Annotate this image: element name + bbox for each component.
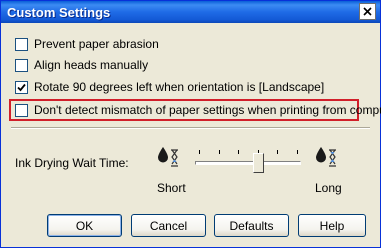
close-icon xyxy=(363,7,372,16)
separator xyxy=(11,127,370,129)
ink-drying-wait-time-label: Ink Drying Wait Time: xyxy=(15,156,129,170)
option-prevent-paper-abrasion[interactable]: Prevent paper abrasion xyxy=(15,36,159,52)
ok-button[interactable]: OK xyxy=(47,214,122,237)
slider-tick xyxy=(297,150,298,154)
checkbox-align-heads-manually[interactable] xyxy=(15,58,28,72)
slider-tick xyxy=(219,150,220,154)
option-label: Align heads manually xyxy=(34,58,149,72)
option-label: Prevent paper abrasion xyxy=(34,37,159,51)
checkbox-dont-detect-mismatch[interactable] xyxy=(15,103,28,117)
defaults-button[interactable]: Defaults xyxy=(214,214,289,237)
ink-drying-slider-thumb[interactable] xyxy=(253,153,264,173)
option-rotate-90-degrees[interactable]: Rotate 90 degrees left when orientation … xyxy=(15,79,324,95)
ink-drop-hourglass-long-icon xyxy=(316,147,336,167)
ink-drying-slider-track[interactable] xyxy=(195,161,301,165)
title-bar: Custom Settings xyxy=(1,1,380,23)
checkbox-prevent-paper-abrasion[interactable] xyxy=(15,37,28,51)
slider-tick xyxy=(277,150,278,154)
custom-settings-dialog: Custom Settings Prevent paper abrasion A… xyxy=(0,0,381,248)
help-button[interactable]: Help xyxy=(298,214,366,237)
slider-tick xyxy=(199,150,200,154)
dialog-content: Prevent paper abrasion Align heads manua… xyxy=(1,23,381,247)
checkmark-icon xyxy=(17,83,26,91)
checkbox-rotate-90-degrees[interactable] xyxy=(15,80,28,94)
slider-min-label: Short xyxy=(157,181,186,195)
slider-max-label: Long xyxy=(315,181,342,195)
slider-tick xyxy=(238,150,239,154)
option-dont-detect-mismatch[interactable]: Don't detect mismatch of paper settings … xyxy=(15,102,381,118)
option-align-heads-manually[interactable]: Align heads manually xyxy=(15,57,148,73)
ink-drop-hourglass-short-icon xyxy=(158,147,178,167)
option-label: Don't detect mismatch of paper settings … xyxy=(34,103,381,117)
close-button[interactable] xyxy=(359,3,376,20)
dialog-title: Custom Settings xyxy=(7,5,111,20)
cancel-button[interactable]: Cancel xyxy=(131,214,206,237)
option-label: Rotate 90 degrees left when orientation … xyxy=(34,80,325,94)
